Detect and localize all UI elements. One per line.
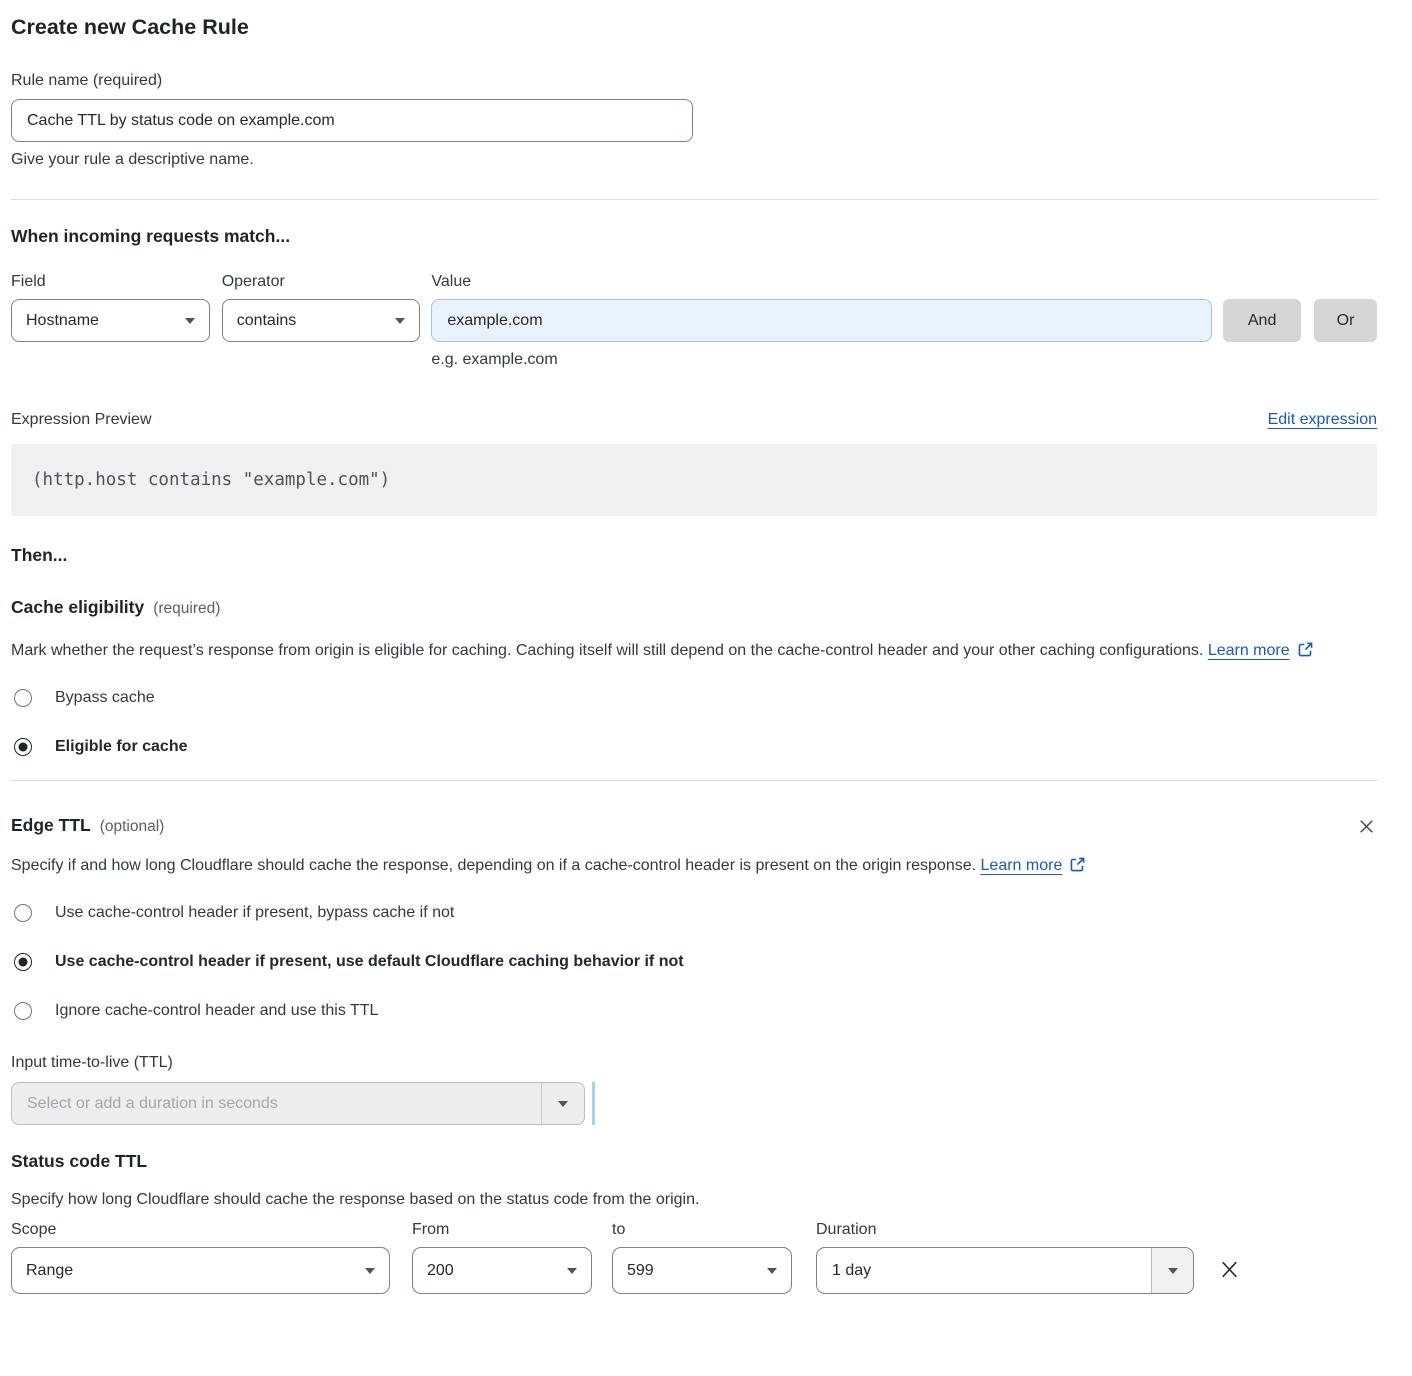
edge-ttl-default-label: Use cache-control header if present, use… (55, 953, 684, 971)
field-select-value: Hostname (26, 312, 99, 330)
external-link-icon (1297, 640, 1314, 668)
expression-preview-code: (http.host contains "example.com") (11, 444, 1377, 516)
scope-select-value: Range (26, 1262, 73, 1280)
remove-status-row-icon[interactable] (1217, 1257, 1242, 1282)
duration-select-chevron-box[interactable] (1151, 1248, 1193, 1293)
from-label: From (412, 1220, 592, 1239)
chevron-down-icon (365, 1268, 375, 1274)
cache-eligibility-description: Mark whether the request’s response from… (11, 637, 1356, 668)
edge-ttl-bypass-radio[interactable] (14, 904, 32, 922)
to-select-value: 599 (627, 1262, 654, 1280)
external-link-icon (1069, 855, 1086, 883)
and-button[interactable]: And (1223, 299, 1301, 342)
edge-ttl-heading: Edge TTL (11, 815, 91, 836)
edit-expression-link[interactable]: Edit expression (1268, 411, 1377, 429)
chevron-down-icon (185, 318, 195, 324)
section-divider (11, 199, 1377, 200)
rule-name-label: Rule name (required) (11, 71, 1377, 90)
field-label: Field (11, 272, 210, 291)
chevron-down-icon (767, 1268, 777, 1274)
to-label: to (612, 1220, 792, 1239)
section-divider (11, 780, 1377, 781)
match-section-heading: When incoming requests match... (11, 226, 1377, 247)
edge-ttl-description: Specify if and how long Cloudflare shoul… (11, 852, 1356, 883)
cache-eligibility-description-text: Mark whether the request’s response from… (11, 642, 1203, 659)
value-input[interactable] (431, 299, 1212, 342)
cache-eligibility-learn-more-link[interactable]: Learn more (1208, 642, 1290, 659)
to-select[interactable]: 599 (612, 1247, 792, 1294)
rule-name-helper-text: Give your rule a descriptive name. (11, 150, 1377, 169)
from-select-value: 200 (427, 1262, 454, 1280)
edge-ttl-option-ignore: Ignore cache-control header and use this… (11, 1002, 1377, 1020)
bypass-cache-label: Bypass cache (55, 689, 155, 707)
ttl-duration-placeholder: Select or add a duration in seconds (12, 1095, 278, 1113)
cache-eligibility-qualifier: (required) (153, 600, 220, 618)
edge-ttl-description-text: Specify if and how long Cloudflare shoul… (11, 857, 976, 874)
operator-label: Operator (222, 272, 421, 291)
operator-select-value: contains (237, 312, 297, 330)
chevron-down-icon (558, 1101, 568, 1107)
eligible-for-cache-radio[interactable] (14, 738, 32, 756)
chevron-down-icon (567, 1268, 577, 1274)
scope-select[interactable]: Range (11, 1247, 390, 1294)
create-cache-rule-form: Create new Cache Rule Rule name (require… (0, 0, 1412, 1294)
status-code-ttl-row: Scope Range From 200 to 599 Duration 1 d… (11, 1220, 1377, 1294)
edge-ttl-option-bypass: Use cache-control header if present, byp… (11, 904, 1377, 922)
chevron-down-icon (1168, 1268, 1178, 1274)
duration-label: Duration (816, 1220, 1194, 1239)
ttl-input-label: Input time-to-live (TTL) (11, 1053, 1377, 1072)
then-heading: Then... (11, 545, 1377, 566)
expression-preview-label: Expression Preview (11, 410, 152, 429)
value-label: Value (431, 272, 1212, 291)
from-select[interactable]: 200 (412, 1247, 592, 1294)
edge-ttl-ignore-radio[interactable] (14, 1002, 32, 1020)
operator-select[interactable]: contains (222, 299, 421, 342)
duration-select[interactable]: 1 day (816, 1247, 1194, 1294)
field-select[interactable]: Hostname (11, 299, 210, 342)
text-caret (592, 1082, 595, 1125)
edge-ttl-ignore-label: Ignore cache-control header and use this… (55, 1002, 378, 1020)
edge-ttl-qualifier: (optional) (100, 818, 165, 836)
ttl-duration-select[interactable]: Select or add a duration in seconds (11, 1082, 585, 1125)
edge-ttl-close-icon[interactable] (1356, 816, 1377, 837)
status-code-ttl-description: Specify how long Cloudflare should cache… (11, 1190, 1377, 1209)
bypass-cache-option: Bypass cache (11, 689, 1377, 707)
duration-select-value: 1 day (817, 1262, 871, 1280)
or-button[interactable]: Or (1314, 299, 1377, 342)
eligible-for-cache-label: Eligible for cache (55, 738, 187, 756)
eligible-for-cache-option: Eligible for cache (11, 738, 1377, 756)
ttl-select-chevron-box[interactable] (541, 1083, 584, 1124)
edge-ttl-option-default: Use cache-control header if present, use… (11, 953, 1377, 971)
bypass-cache-radio[interactable] (14, 689, 32, 707)
cache-eligibility-heading: Cache eligibility (11, 597, 144, 618)
edge-ttl-bypass-label: Use cache-control header if present, byp… (55, 904, 454, 922)
edge-ttl-learn-more-link[interactable]: Learn more (981, 857, 1063, 874)
scope-label: Scope (11, 1220, 390, 1239)
chevron-down-icon (395, 318, 405, 324)
edge-ttl-default-radio[interactable] (14, 953, 32, 971)
match-condition-row: Field Hostname Operator contains Value e… (11, 272, 1377, 369)
status-code-ttl-heading: Status code TTL (11, 1151, 1377, 1172)
value-hint-text: e.g. example.com (431, 350, 1212, 369)
page-title: Create new Cache Rule (11, 14, 1377, 40)
rule-name-input[interactable] (11, 99, 693, 142)
